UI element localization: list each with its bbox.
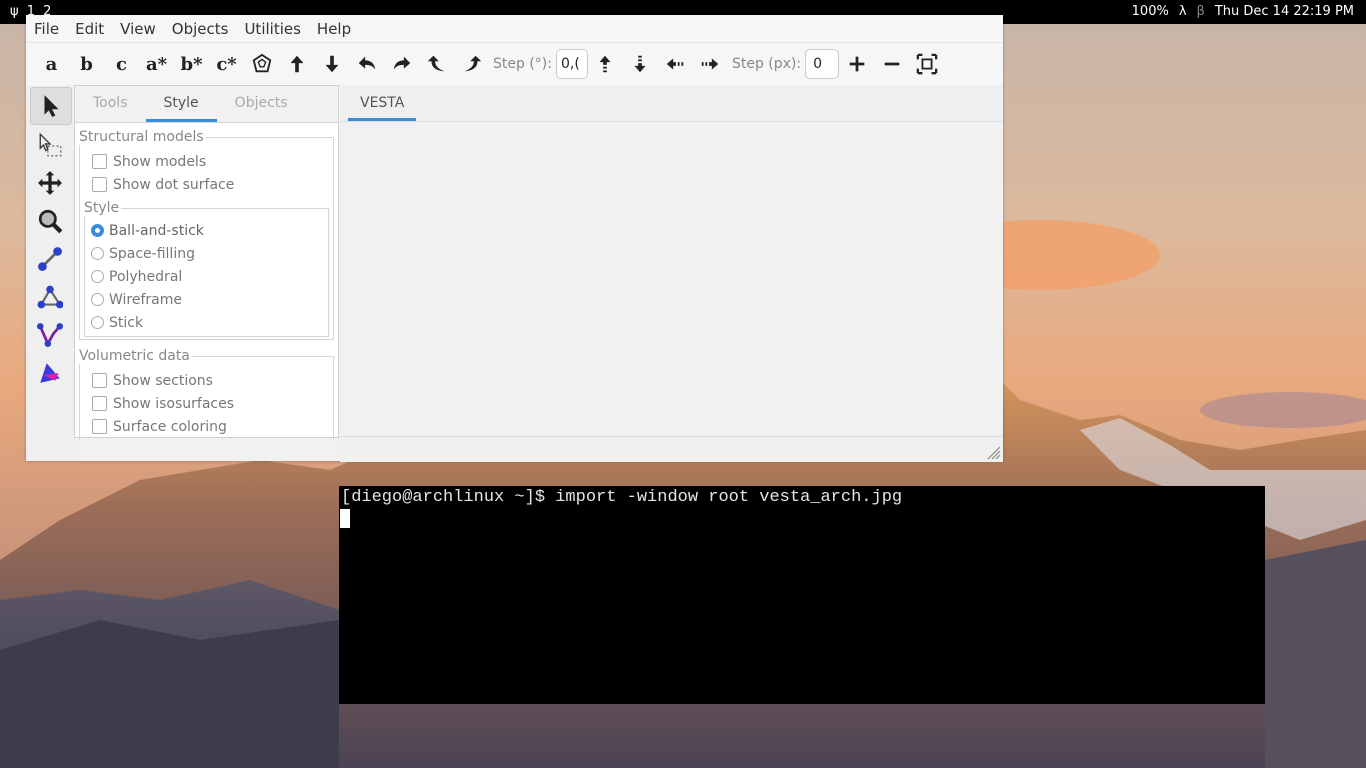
side-panel: Tools Style Objects Structural models Sh… (74, 85, 339, 440)
box-select-tool-icon[interactable] (30, 127, 70, 163)
select-tool-icon[interactable] (30, 87, 72, 125)
resize-grip-icon[interactable] (983, 442, 1001, 460)
style-stick-radio[interactable]: Stick (91, 311, 328, 334)
volumetric-data-group: Volumetric data Show sections Show isosu… (79, 348, 334, 440)
tab-style[interactable]: Style (145, 86, 217, 122)
show-dot-surface-checkbox[interactable]: Show dot surface (92, 173, 333, 196)
rotate-left-icon[interactable] (349, 47, 384, 81)
zoom-out-icon[interactable] (874, 47, 909, 81)
style-wireframe-radio[interactable]: Wireframe (91, 288, 328, 311)
rotate-down-icon[interactable] (314, 47, 349, 81)
surface-coloring-checkbox[interactable]: Surface coloring (92, 415, 333, 438)
tab-tools[interactable]: Tools (75, 86, 146, 122)
style-space-filling-radio[interactable]: Space-filling (91, 242, 328, 265)
magnify-tool-icon[interactable] (30, 203, 70, 239)
toolbar: a b c a* b* c* Step (°): 0,( Step (px): … (26, 43, 1003, 86)
style-group-title: Style (84, 200, 122, 216)
menu-utilities[interactable]: Utilities (236, 20, 308, 38)
lambda-indicator: λ (1178, 4, 1187, 19)
step-pixel-label: Step (px): (731, 56, 802, 72)
rotate-cw-icon[interactable] (454, 47, 489, 81)
translate-left-icon[interactable] (658, 47, 693, 81)
menu-file[interactable]: File (26, 20, 67, 38)
polyhedron-view-icon[interactable] (244, 47, 279, 81)
terminal-command-line: [diego@archlinux ~]$ import -window root… (341, 488, 903, 507)
show-sections-checkbox[interactable]: Show sections (92, 369, 333, 392)
lattice-plane-tool-icon[interactable] (30, 355, 70, 391)
view-along-c-star-button[interactable]: c* (209, 47, 244, 81)
show-models-checkbox[interactable]: Show models (92, 150, 333, 173)
side-panel-tabs: Tools Style Objects (75, 86, 338, 123)
rotate-up-icon[interactable] (279, 47, 314, 81)
show-isosurfaces-checkbox[interactable]: Show isosurfaces (92, 392, 333, 415)
menu-objects[interactable]: Objects (164, 20, 237, 38)
tab-objects[interactable]: Objects (217, 86, 306, 122)
tool-palette (26, 85, 74, 461)
volumetric-data-title: Volumetric data (79, 348, 192, 364)
translate-up-icon[interactable] (588, 47, 623, 81)
view-along-a-button[interactable]: a (34, 47, 69, 81)
beta-indicator: β (1196, 4, 1205, 19)
step-degree-input[interactable]: 0,( (555, 49, 588, 79)
clock: Thu Dec 14 22:19 PM (1214, 4, 1354, 19)
status-bar (340, 436, 1003, 462)
step-degree-label: Step (°): (493, 56, 552, 72)
rotate-right-icon[interactable] (384, 47, 419, 81)
translate-down-icon[interactable] (623, 47, 658, 81)
vesta-window: File Edit View Objects Utilities Help a … (26, 15, 1003, 462)
step-pixel-input[interactable]: 0 (805, 49, 840, 79)
menu-help[interactable]: Help (309, 20, 359, 38)
document-tab-bar: VESTA (340, 85, 1003, 122)
style-radio-group: Ball-and-stick Space-filling Polyhedral … (84, 208, 329, 337)
battery-status: 100% (1131, 4, 1169, 19)
view-along-b-button[interactable]: b (69, 47, 104, 81)
view-along-a-star-button[interactable]: a* (139, 47, 174, 81)
translate-right-icon[interactable] (693, 47, 728, 81)
distance-tool-icon[interactable] (30, 241, 70, 277)
dihedral-tool-icon[interactable] (30, 317, 70, 353)
view-along-b-star-button[interactable]: b* (174, 47, 209, 81)
view-along-c-button[interactable]: c (104, 47, 139, 81)
structural-models-title: Structural models (79, 129, 206, 145)
terminal-cursor (340, 509, 350, 528)
menu-bar: File Edit View Objects Utilities Help (26, 15, 1003, 43)
angle-tool-icon[interactable] (30, 279, 70, 315)
fit-to-screen-icon[interactable] (909, 47, 944, 81)
rotate-ccw-icon[interactable] (419, 47, 454, 81)
style-polyhedral-radio[interactable]: Polyhedral (91, 265, 328, 288)
style-ball-and-stick-radio[interactable]: Ball-and-stick (91, 219, 328, 242)
structural-models-group: Structural models Show models Show dot s… (79, 129, 334, 340)
zoom-in-icon[interactable] (839, 47, 874, 81)
menu-view[interactable]: View (112, 20, 164, 38)
terminal-window[interactable]: [diego@archlinux ~]$ import -window root… (339, 486, 1265, 704)
menu-edit[interactable]: Edit (67, 20, 112, 38)
tab-vesta-document[interactable]: VESTA (348, 85, 417, 121)
translate-tool-icon[interactable] (30, 165, 70, 201)
